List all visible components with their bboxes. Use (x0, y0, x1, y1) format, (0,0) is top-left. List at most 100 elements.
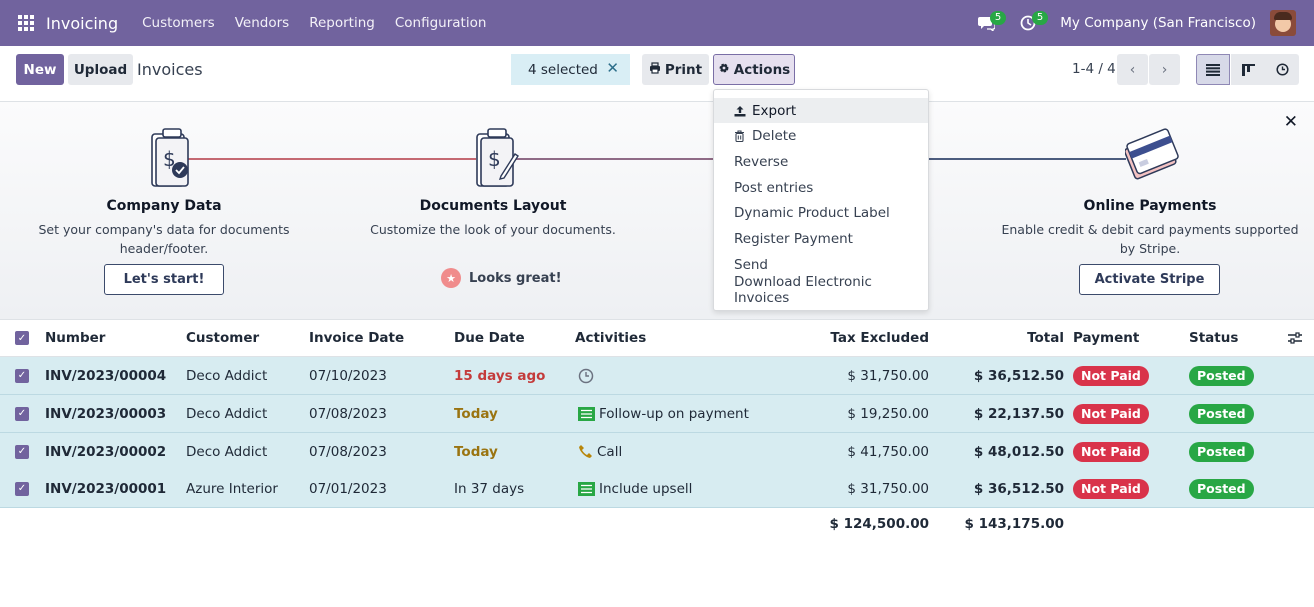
invoice-number: INV/2023/00003 (45, 405, 167, 422)
lets-start-button[interactable]: Let's start! (104, 264, 224, 295)
table-row[interactable]: ✓ INV/2023/00002 Deco Addict 07/08/2023 … (0, 433, 1314, 471)
row-checkbox[interactable]: ✓ (15, 368, 29, 383)
pager-previous-chevron-icon[interactable]: ‹ (1117, 54, 1148, 85)
actions-button[interactable]: Actions (713, 54, 795, 85)
step-done-indicator: ★ Looks great! (441, 268, 562, 288)
menu-item-dynamic-product-label[interactable]: Dynamic Product Label (714, 200, 928, 225)
select-all-checkbox[interactable]: ✓ (15, 331, 29, 345)
menu-item-register-payment[interactable]: Register Payment (714, 226, 928, 251)
menu-vendors[interactable]: Vendors (235, 15, 289, 31)
payment-cell: Not Paid (1073, 433, 1149, 470)
activity-summary: Call (597, 443, 623, 460)
column-header-due-date[interactable]: Due Date (454, 320, 525, 356)
tax-excluded: $ 31,750.00 (847, 367, 929, 384)
onboarding-banner: $ Company Data Set your company's data f… (0, 102, 1314, 320)
clear-selection-close-icon[interactable]: ✕ (606, 59, 619, 77)
tax-excluded: $ 31,750.00 (847, 480, 929, 497)
step-description: Enable credit & debit card payments supp… (1001, 222, 1299, 256)
menu-reporting[interactable]: Reporting (309, 15, 375, 31)
invoice-number: INV/2023/00004 (45, 367, 167, 384)
app-name[interactable]: Invoicing (46, 14, 118, 33)
step-title: Documents Layout (419, 198, 567, 214)
step-title: Company Data (106, 198, 222, 214)
activity-view-clock-icon[interactable] (1265, 54, 1299, 85)
pager-value[interactable]: 1-4 / 4 (1072, 61, 1116, 77)
row-checkbox[interactable]: ✓ (15, 481, 29, 496)
menu-configuration[interactable]: Configuration (395, 15, 487, 31)
new-button[interactable]: New (16, 54, 64, 85)
optional-columns-sliders-icon[interactable] (1288, 320, 1302, 356)
actions-dropdown-menu: Export Delete Reverse Post entries Dynam… (713, 89, 929, 311)
app-menu-icon[interactable] (18, 15, 34, 31)
messages-icon[interactable]: 5 (972, 9, 1007, 37)
total-amount: $ 36,512.50 (973, 367, 1064, 384)
control-panel: New Upload Invoices 4 selected ✕ Print A… (0, 46, 1314, 102)
column-header-invoice-date[interactable]: Invoice Date (309, 320, 404, 356)
print-button[interactable]: Print (642, 54, 709, 85)
table-header: ✓ Number Customer Invoice Date Due Date … (0, 320, 1314, 357)
invoice-date: 07/08/2023 (309, 443, 387, 460)
due-date: Today (454, 405, 498, 422)
status-cell: Posted (1189, 395, 1254, 432)
customer-name: Deco Addict (186, 367, 268, 384)
column-header-customer[interactable]: Customer (186, 320, 259, 356)
gear-icon (718, 62, 730, 78)
total-amount: $ 36,512.50 (973, 480, 1064, 497)
step-description: Set your company's data for documents he… (38, 222, 290, 256)
menu-item-export[interactable]: Export (714, 98, 928, 123)
top-navbar: Invoicing Customers Vendors Reporting Co… (0, 0, 1314, 46)
column-header-total[interactable]: Total (950, 320, 1064, 356)
messages-count-badge: 5 (989, 11, 1007, 25)
column-header-tax-excluded[interactable]: Tax Excluded (800, 320, 929, 356)
invoice-date: 07/01/2023 (309, 480, 387, 497)
menu-item-delete[interactable]: Delete (714, 123, 928, 148)
step-done-label: Looks great! (469, 270, 562, 286)
activities-count-badge: 5 (1031, 11, 1049, 25)
menu-item-label: Delete (752, 127, 797, 144)
todo-list-icon (578, 481, 595, 496)
upload-button[interactable]: Upload (68, 54, 133, 85)
table-row[interactable]: ✓ INV/2023/00004 Deco Addict 07/10/2023 … (0, 357, 1314, 395)
activity-cell[interactable]: Follow-up on payment (578, 395, 749, 432)
list-view-icon[interactable] (1196, 54, 1230, 85)
status-badge: Posted (1189, 403, 1254, 424)
todo-list-icon (578, 406, 595, 421)
activities-clock-icon[interactable]: 5 (1014, 9, 1049, 37)
kanban-view-icon[interactable] (1231, 54, 1265, 85)
status-badge: Posted (1189, 441, 1254, 462)
menu-item-post-entries[interactable]: Post entries (714, 175, 928, 200)
table-row[interactable]: ✓ INV/2023/00001 Azure Interior 07/01/20… (0, 470, 1314, 508)
activity-cell[interactable]: Include upsell (578, 470, 692, 507)
menu-item-download-electronic-invoices[interactable]: Download Electronic Invoices (714, 274, 928, 306)
progress-line (513, 158, 713, 160)
column-header-status[interactable]: Status (1189, 320, 1238, 356)
column-header-activities[interactable]: Activities (575, 320, 646, 356)
activate-stripe-button[interactable]: Activate Stripe (1079, 264, 1220, 295)
row-checkbox[interactable]: ✓ (15, 406, 29, 421)
svg-text:$: $ (488, 147, 501, 171)
upload-icon (734, 105, 752, 117)
activity-cell[interactable]: Call (578, 433, 622, 470)
pager-next-chevron-icon[interactable]: › (1149, 54, 1180, 85)
invoice-date: 07/10/2023 (309, 367, 387, 384)
activity-clock-icon[interactable] (578, 357, 594, 394)
selection-count: 4 selected (528, 61, 598, 78)
close-banner-icon[interactable]: ✕ (1284, 112, 1298, 132)
payment-cell: Not Paid (1073, 357, 1149, 394)
star-icon: ★ (441, 268, 461, 288)
due-date: 15 days ago (454, 367, 546, 384)
column-header-number[interactable]: Number (45, 320, 105, 356)
payment-status-badge: Not Paid (1073, 365, 1149, 386)
menu-customers[interactable]: Customers (142, 15, 215, 31)
invoice-number: INV/2023/00001 (45, 480, 167, 497)
company-switcher[interactable]: My Company (San Francisco) (1060, 15, 1256, 31)
menu-item-reverse[interactable]: Reverse (714, 149, 928, 174)
progress-line (928, 158, 1126, 160)
column-header-payment[interactable]: Payment (1073, 320, 1139, 356)
table-row[interactable]: ✓ INV/2023/00003 Deco Addict 07/08/2023 … (0, 395, 1314, 433)
user-avatar[interactable] (1270, 10, 1296, 36)
trash-icon (734, 129, 752, 142)
payment-cell: Not Paid (1073, 395, 1149, 432)
row-checkbox[interactable]: ✓ (15, 444, 29, 459)
total-sum: $ 143,175.00 (964, 516, 1065, 532)
